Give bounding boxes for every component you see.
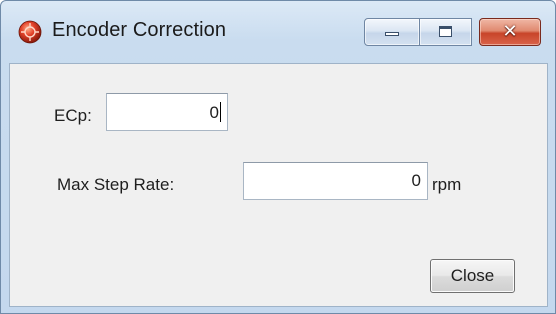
- ecp-input[interactable]: 0: [106, 93, 228, 131]
- title-bar[interactable]: Encoder Correction ✕: [1, 1, 555, 63]
- close-icon: ✕: [502, 21, 518, 42]
- dialog-content: ECp: 0 Max Step Rate: 0 rpm Close: [9, 63, 548, 307]
- close-button[interactable]: Close: [430, 259, 515, 293]
- max-step-rate-value: 0: [411, 171, 421, 190]
- window-close-button[interactable]: ✕: [479, 18, 541, 46]
- minimize-icon: [385, 32, 399, 36]
- dialog-window: Encoder Correction ✕ ECp: 0 Max Step Rat…: [0, 0, 556, 314]
- ecp-label: ECp:: [54, 106, 92, 125]
- maximize-button[interactable]: [420, 18, 472, 46]
- maximize-icon: [439, 26, 452, 37]
- rpm-unit-label: rpm: [432, 175, 462, 194]
- text-caret: [220, 102, 221, 122]
- window-title: Encoder Correction: [52, 19, 227, 41]
- minimize-button[interactable]: [364, 18, 420, 46]
- max-step-rate-input[interactable]: 0: [243, 162, 428, 200]
- max-step-rate-label: Max Step Rate:: [57, 175, 175, 194]
- app-logo-icon: [18, 20, 42, 44]
- ecp-value: 0: [209, 103, 219, 122]
